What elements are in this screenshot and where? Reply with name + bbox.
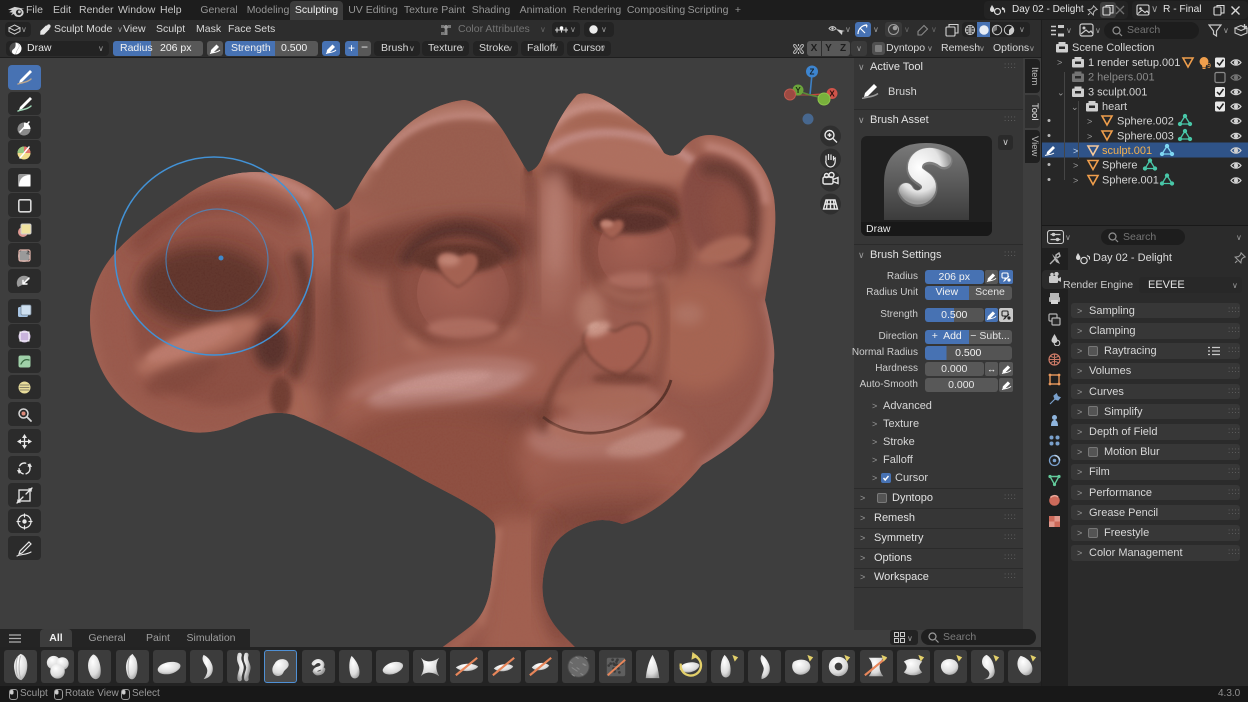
svg-text:Sphere: Sphere bbox=[1102, 160, 1137, 172]
svg-text:˃: ˃ bbox=[1073, 146, 1078, 156]
svg-text:Y: Y bbox=[795, 86, 801, 95]
svg-text:˃: ˃ bbox=[1087, 132, 1092, 142]
svg-text:˃: ˃ bbox=[1073, 176, 1078, 186]
svg-text:Scene Collection: Scene Collection bbox=[1072, 42, 1155, 54]
svg-text:˃: ˃ bbox=[1057, 58, 1062, 68]
svg-text:˃: ˃ bbox=[1087, 117, 1092, 127]
svg-text:Sphere.003: Sphere.003 bbox=[1117, 131, 1174, 143]
svg-text:3 sculpt.001: 3 sculpt.001 bbox=[1088, 87, 1147, 99]
svg-text:1 render setup.001: 1 render setup.001 bbox=[1088, 57, 1180, 69]
svg-text:Sphere.002: Sphere.002 bbox=[1117, 116, 1174, 128]
svg-text:heart: heart bbox=[1102, 101, 1127, 113]
svg-text:⌄: ⌄ bbox=[1057, 88, 1065, 98]
svg-text:˃: ˃ bbox=[1073, 161, 1078, 171]
svg-text:⌄: ⌄ bbox=[1071, 102, 1079, 112]
svg-text:Sphere.001: Sphere.001 bbox=[1102, 175, 1159, 187]
svg-text:2 helpers.001: 2 helpers.001 bbox=[1088, 72, 1155, 84]
svg-text:sculpt.001: sculpt.001 bbox=[1102, 145, 1152, 157]
svg-text:9: 9 bbox=[1207, 63, 1211, 70]
svg-text:Z: Z bbox=[810, 68, 815, 77]
